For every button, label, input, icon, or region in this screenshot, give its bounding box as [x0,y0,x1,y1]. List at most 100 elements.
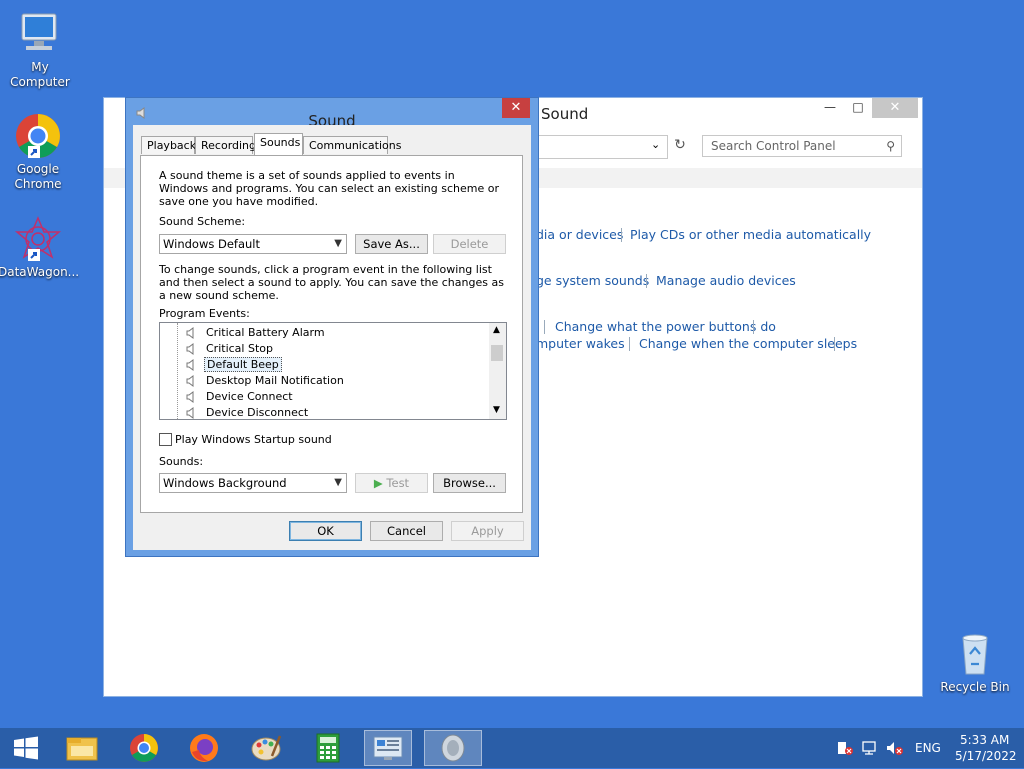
event-item-critical-battery-alarm[interactable]: Critical Battery Alarm [204,326,327,339]
speaker-icon [186,343,196,355]
sound-dialog[interactable]: Sound ✕ Playback Recording Sounds Commun… [125,97,539,557]
clock-time[interactable]: 5:33 AM [960,733,1009,747]
action-center-icon[interactable] [836,740,854,756]
paint-icon [251,735,282,761]
volume-muted-icon[interactable] [886,740,904,756]
event-item-desktop-mail-notification[interactable]: Desktop Mail Notification [204,374,346,387]
link-change-system-sounds[interactable]: ge system sounds [536,273,649,288]
link-autoplay-devices[interactable]: dia or devices [536,227,623,242]
tab-sounds[interactable]: Sounds [254,133,303,155]
firefox-icon [190,734,218,762]
desktop-icon-label: Google Chrome [14,162,62,191]
scroll-down-icon[interactable]: ▼ [493,405,500,415]
link-separator [834,337,835,351]
test-label: Test [386,476,410,490]
chrome-icon [14,112,62,160]
taskbar-file-explorer[interactable] [58,730,106,766]
link-computer-sleeps[interactable]: Change when the computer sleeps [639,336,857,351]
link-computer-wakes[interactable]: mputer wakes [536,336,625,351]
taskbar-paint[interactable] [242,730,290,766]
maximize-button[interactable]: □ [844,98,872,118]
tab-playback[interactable]: Playback [141,136,196,154]
taskbar-firefox[interactable] [180,730,228,766]
chevron-down-icon: ▼ [334,477,342,488]
tab-recording[interactable]: Recording [195,136,256,154]
desktop-icon-google-chrome[interactable]: Google Chrome [0,112,78,192]
sounds-label: Sounds: [159,455,204,468]
taskbar-calculator[interactable] [304,730,352,766]
cancel-button[interactable]: Cancel [370,521,443,541]
speaker-icon [186,407,196,419]
computer-icon [16,10,64,58]
link-separator [544,320,545,334]
datawagon-icon [14,215,62,263]
event-item-critical-stop[interactable]: Critical Stop [204,342,275,355]
desktop-icon-my-computer[interactable]: My Computer [0,10,80,90]
link-manage-audio-devices[interactable]: Manage audio devices [656,273,796,288]
speaker-icon [186,391,196,403]
event-item-device-disconnect[interactable]: Device Disconnect [204,406,310,419]
link-play-cds[interactable]: Play CDs or other media automatically [630,227,871,242]
ok-button[interactable]: OK [289,521,362,541]
program-events-list[interactable]: Critical Battery Alarm Critical Stop Def… [159,322,507,420]
browse-button[interactable]: Browse... [433,473,506,493]
taskbar-control-panel[interactable] [364,730,412,766]
start-icon [14,736,38,760]
scroll-up-icon[interactable]: ▲ [493,325,500,335]
event-item-default-beep[interactable]: Default Beep [204,357,282,372]
dialog-body: Playback Recording Sounds Communications… [133,125,531,550]
tree-line [177,323,179,419]
test-button[interactable]: ▶ Test [355,473,428,493]
recycle-bin-icon [951,630,999,678]
save-as-button[interactable]: Save As... [355,234,428,254]
link-separator [629,337,630,351]
taskbar-chrome[interactable] [120,730,168,766]
control-panel-title: Sound [541,105,589,123]
apply-button[interactable]: Apply [451,521,524,541]
link-separator [621,228,622,242]
refresh-icon[interactable]: ↻ [670,137,690,157]
close-button[interactable]: ✕ [872,98,918,118]
sound-icon [441,734,465,762]
link-power-buttons[interactable]: Change what the power buttons do [555,319,776,334]
startup-sound-label[interactable]: Play Windows Startup sound [175,433,332,446]
change-sounds-text: To change sounds, click a program event … [159,263,504,302]
intro-text: A sound theme is a set of sounds applied… [159,169,500,208]
sounds-tab-panel: A sound theme is a set of sounds applied… [140,155,523,513]
sound-select[interactable]: Windows Background ▼ [159,473,347,493]
list-scrollbar[interactable]: ▲ ▼ [489,323,506,419]
scheme-label: Sound Scheme: [159,215,246,228]
search-input[interactable]: Search Control Panel ⚲ [702,135,902,157]
search-icon[interactable]: ⚲ [886,139,895,153]
program-events-label: Program Events: [159,307,250,320]
sound-value: Windows Background [163,476,287,490]
speaker-icon [186,359,196,371]
delete-button[interactable]: Delete [433,234,506,254]
start-button[interactable] [2,730,50,766]
chevron-down-icon[interactable]: ⌄ [651,138,660,151]
startup-sound-checkbox[interactable] [159,433,172,446]
sound-scheme-select[interactable]: Windows Default ▼ [159,234,347,254]
desktop-icon-label: Recycle Bin [940,680,1010,694]
taskbar-sound[interactable] [424,730,482,766]
desktop-icon-recycle-bin[interactable]: Recycle Bin [935,630,1015,695]
calculator-icon [316,733,340,763]
network-icon[interactable] [861,740,879,756]
clock-date[interactable]: 5/17/2022 [955,749,1017,763]
control-panel-icon [373,736,403,760]
desktop-icon-label: DataWagon... [0,265,80,279]
taskbar: ENG 5:33 AM 5/17/2022 [0,728,1024,768]
speaker-icon [186,327,196,339]
speaker-icon [186,375,196,387]
chevron-down-icon: ▼ [334,238,342,249]
scrollbar-thumb[interactable] [491,345,503,361]
dialog-close-button[interactable]: ✕ [502,98,530,118]
play-icon: ▶ [373,476,383,490]
event-item-device-connect[interactable]: Device Connect [204,390,295,403]
address-bar[interactable]: ⌄ [524,135,668,159]
language-indicator[interactable]: ENG [915,741,941,755]
tab-communications[interactable]: Communications [303,136,401,154]
minimize-button[interactable]: — [816,98,844,118]
desktop-icon-datawagon[interactable]: DataWagon... [0,215,80,280]
desktop-icon-label: My Computer [10,60,70,89]
